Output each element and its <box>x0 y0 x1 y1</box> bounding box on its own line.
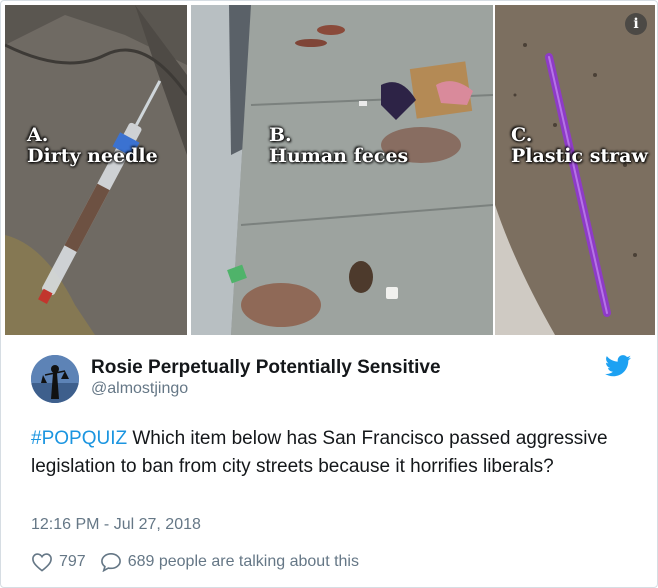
info-icon[interactable]: i <box>625 13 647 35</box>
caption-text: Human feces <box>269 145 409 167</box>
like-button[interactable]: 797 <box>31 552 86 572</box>
caption-text: Plastic straw <box>511 145 648 167</box>
author-handle[interactable]: @almostjingo <box>91 380 188 398</box>
photo-plastic-straw: C. Plastic straw <box>495 5 655 335</box>
twitter-bird-icon[interactable] <box>605 355 631 377</box>
tweet-text: #POPQUIZ Which item below has San Franci… <box>31 425 641 481</box>
tweet-actions: 797 689 people are talking about this <box>31 550 359 574</box>
tweet-media[interactable]: A. Dirty needle B. Human feces C. Plasti… <box>5 5 655 335</box>
photo-human-feces: B. Human feces <box>191 5 493 335</box>
talking-count: 689 people are talking about this <box>127 553 359 570</box>
photo-dirty-needle: A. Dirty needle <box>5 5 187 335</box>
caption-letter: B. <box>269 124 292 146</box>
heart-icon <box>32 553 52 572</box>
hashtag-link[interactable]: #POPQUIZ <box>31 428 127 449</box>
conversation-button[interactable]: 689 people are talking about this <box>100 552 359 572</box>
speech-bubble-icon <box>100 552 121 572</box>
avatar[interactable] <box>31 355 79 403</box>
author-name[interactable]: Rosie Perpetually Potentially Sensitive <box>91 357 441 379</box>
tweet-card[interactable]: A. Dirty needle B. Human feces C. Plasti… <box>0 0 658 588</box>
tweet-author[interactable]: Rosie Perpetually Potentially Sensitive … <box>31 353 641 405</box>
like-count: 797 <box>59 553 86 570</box>
caption-letter: A. <box>27 124 49 146</box>
tweet-timestamp[interactable]: 12:16 PM - Jul 27, 2018 <box>31 516 201 534</box>
caption-letter: C. <box>511 124 533 146</box>
caption-text: Dirty needle <box>27 145 158 167</box>
